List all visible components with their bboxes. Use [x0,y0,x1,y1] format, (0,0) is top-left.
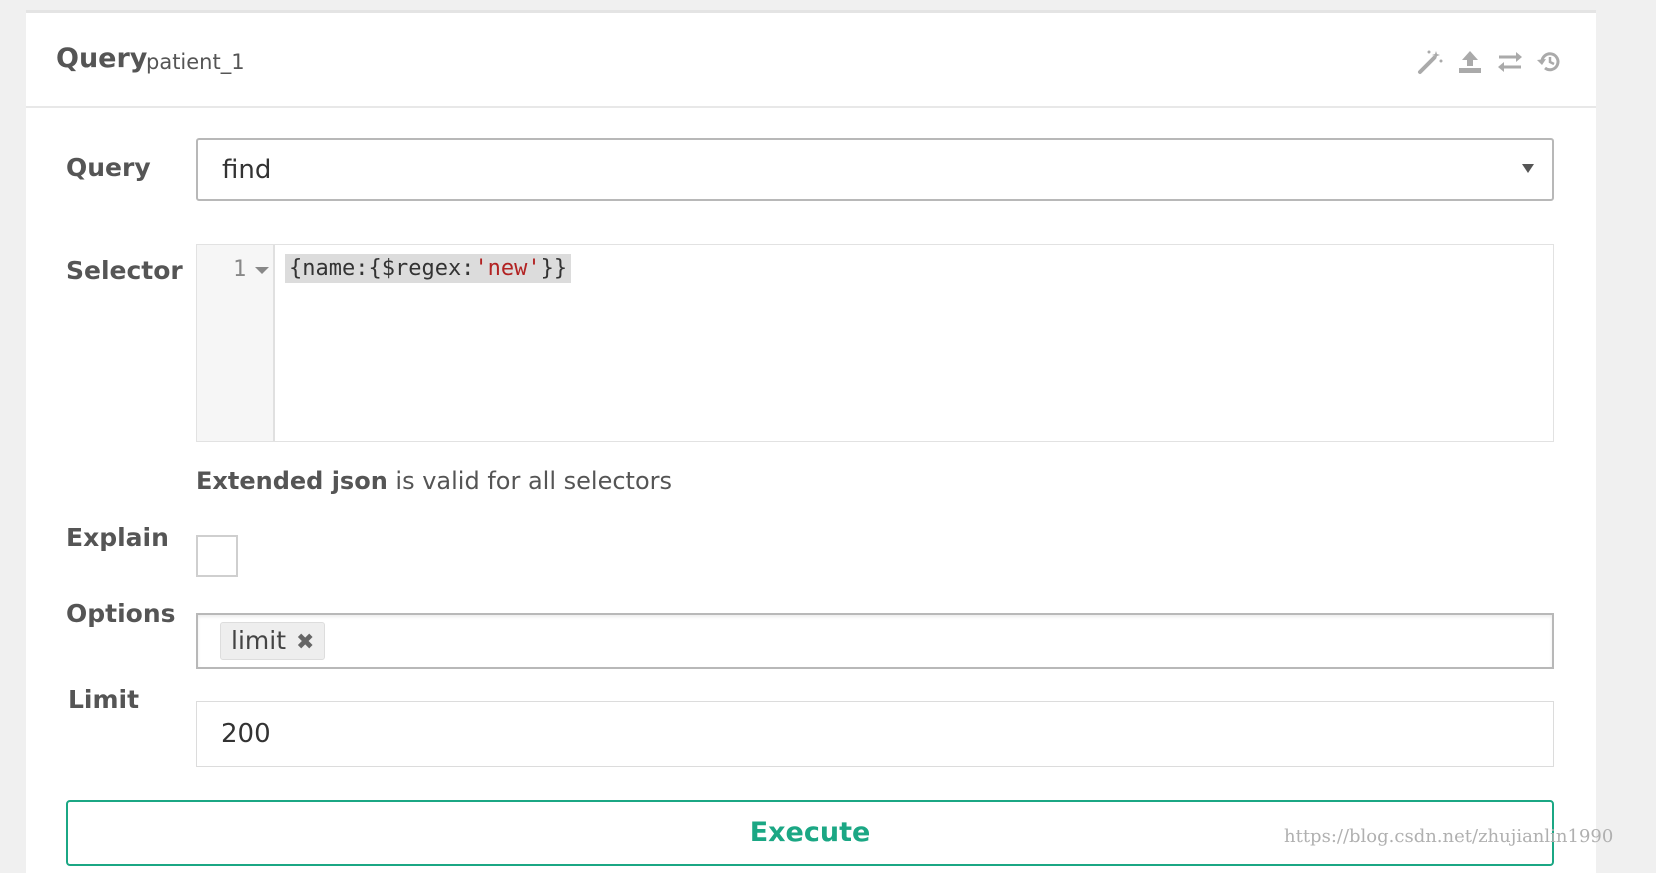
editor-gutter: 1 [197,245,275,441]
code-string: 'new' [474,256,541,281]
limit-label: Limit [68,685,140,714]
remove-tag-icon[interactable]: ✖ [296,630,314,655]
options-input[interactable]: limit ✖ [196,613,1554,669]
code-text-end: }} [540,256,568,281]
fold-arrow-icon[interactable] [255,267,269,274]
line-number: 1 [233,257,247,282]
explain-label: Explain [66,523,169,552]
magic-wand-icon[interactable] [1416,49,1444,75]
option-tag-label: limit [231,626,286,655]
collection-name: patient_1 [146,50,245,74]
watermark: https://blog.csdn.net/zhujianlin1990 [1284,826,1614,847]
explain-checkbox[interactable] [196,535,238,577]
panel-title: Query [56,43,148,74]
option-tag: limit ✖ [220,622,326,660]
selector-label: Selector [66,256,183,285]
options-label: Options [66,599,176,628]
help-bold: Extended json [196,467,388,495]
code-text: {name:{$regex: [289,256,475,281]
query-select[interactable]: find [196,138,1554,201]
query-label: Query [66,153,151,182]
history-icon[interactable] [1536,49,1564,75]
query-select-value: find [222,155,272,185]
swap-icon[interactable] [1496,49,1524,75]
upload-icon[interactable] [1456,49,1484,75]
help-rest: is valid for all selectors [387,467,672,495]
selector-editor[interactable]: 1 {name:{$regex:'new'}} [196,244,1554,442]
caret-down-icon [1522,164,1534,173]
limit-input[interactable] [196,701,1554,767]
code-line[interactable]: {name:{$regex:'new'}} [285,254,572,283]
selector-help-text: Extended json is valid for all selectors [196,467,672,495]
query-panel: Query patient_1 Query find Selector 1 {n… [26,10,1596,873]
panel-header: Query patient_1 [26,13,1596,108]
